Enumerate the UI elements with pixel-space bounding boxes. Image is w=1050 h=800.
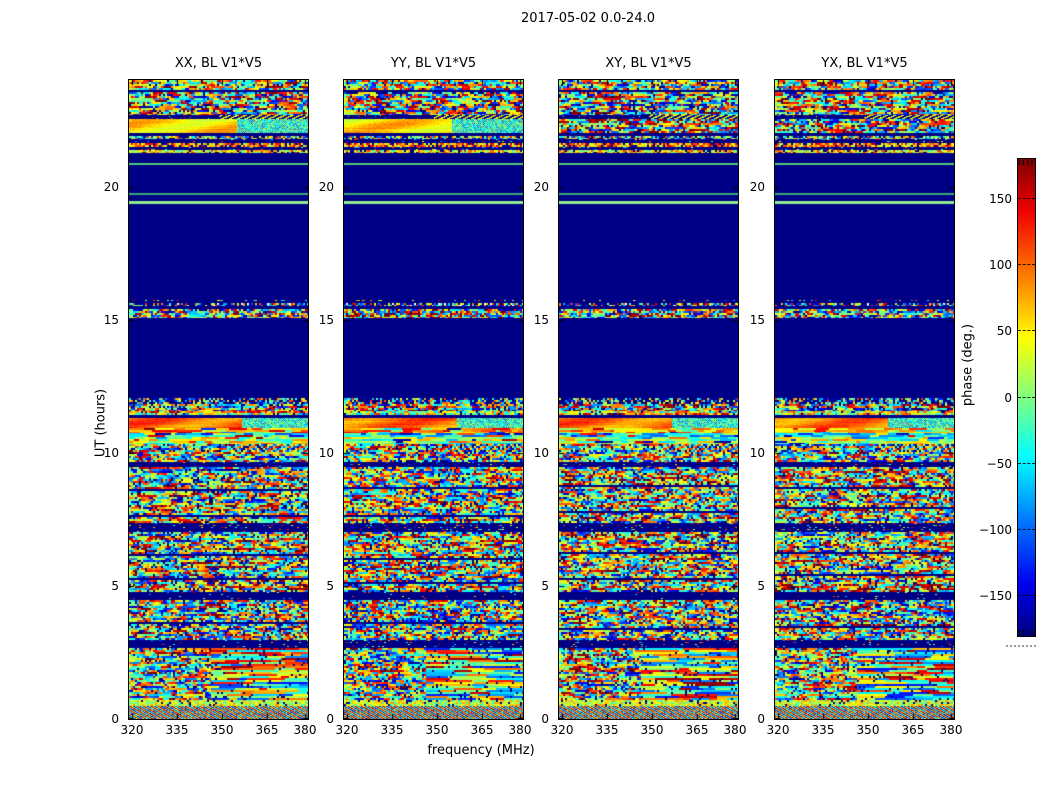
panel-title-yx: YX, BL V1*V5 (821, 56, 908, 71)
colorbar-tick-label: −150 (979, 589, 1012, 604)
colorbar-tick (1018, 197, 1035, 199)
ytick-label: 5 (111, 579, 119, 593)
x-axis-label: frequency (MHz) (427, 743, 535, 758)
xtick-label: 335 (165, 723, 189, 737)
xtick-label: 380 (939, 723, 963, 737)
colorbar-tick (1018, 595, 1035, 597)
colorbar-tick (1018, 462, 1035, 464)
xtick-label: 350 (856, 723, 880, 737)
ytick-label: 0 (757, 712, 765, 726)
colorbar-tick-label: 150 (989, 191, 1012, 206)
colorbar-tick (1018, 396, 1035, 398)
ytick-label: 15 (533, 313, 549, 327)
colorbar-label: phase (deg.) (960, 323, 976, 407)
colorbar-tick (1018, 264, 1035, 265)
panel-title-xy: XY, BL V1*V5 (605, 56, 692, 71)
waterfall-panel-yx (774, 79, 955, 720)
xtick-label: 350 (425, 723, 449, 737)
xtick-label: 365 (470, 723, 494, 737)
ytick-label: 10 (749, 446, 765, 460)
figure-title: 2017-05-02 0.0-24.0 (521, 11, 655, 26)
xtick-label: 320 (120, 723, 144, 737)
ytick-label: 0 (541, 712, 549, 726)
ytick-label: 20 (318, 180, 334, 194)
y-axis-label: UT (hours) (93, 388, 109, 458)
heatmap-canvas-yx (775, 80, 954, 719)
colorbar (1017, 158, 1036, 637)
ytick-label: 0 (326, 712, 334, 726)
heatmap-canvas-xx (129, 80, 308, 719)
heatmap-canvas-xy (559, 80, 738, 719)
panel-title-yy: YY, BL V1*V5 (390, 56, 477, 71)
ytick-label: 15 (749, 313, 765, 327)
ytick-label: 10 (318, 446, 334, 460)
xtick-label: 365 (901, 723, 925, 737)
colorbar-top-marks (1019, 160, 1034, 165)
colorbar-bottom-marks (1019, 630, 1034, 635)
xtick-label: 335 (811, 723, 835, 737)
xtick-label: 350 (210, 723, 234, 737)
xtick-label: 350 (640, 723, 664, 737)
xtick-label: 320 (550, 723, 574, 737)
ytick-label: 20 (749, 180, 765, 194)
ytick-label: 5 (757, 579, 765, 593)
colorbar-gradient (1018, 159, 1035, 636)
figure: 2017-05-02 0.0-24.0 XX, BL V1*V5 0 5 10 15 20… (0, 0, 1050, 800)
xtick-label: 365 (685, 723, 709, 737)
xtick-label: 320 (335, 723, 359, 737)
xtick-label: 335 (380, 723, 404, 737)
panel-title-xx: XX, BL V1*V5 (174, 56, 263, 71)
xtick-label: 335 (595, 723, 619, 737)
heatmap-canvas-yy (344, 80, 523, 719)
colorbar-tick (1018, 330, 1035, 332)
ytick-label: 20 (103, 180, 119, 194)
ytick-label: 0 (111, 712, 119, 726)
xtick-label: 320 (766, 723, 790, 737)
colorbar-underline-dots (1006, 645, 1036, 647)
xtick-label: 365 (255, 723, 279, 737)
ytick-label: 5 (326, 579, 334, 593)
waterfall-panel-xx (128, 79, 309, 720)
colorbar-tick-label: −100 (979, 523, 1012, 537)
colorbar-tick (1018, 529, 1035, 530)
ytick-label: 10 (533, 446, 549, 460)
waterfall-panel-yy (343, 79, 524, 720)
ytick-label: 20 (533, 180, 549, 194)
colorbar-tick-label: −50 (986, 456, 1012, 471)
ytick-label: 15 (318, 313, 334, 327)
colorbar-tick-label: 100 (989, 258, 1012, 272)
waterfall-panel-xy (558, 79, 739, 720)
ytick-label: 5 (541, 579, 549, 593)
ytick-label: 15 (103, 313, 119, 327)
